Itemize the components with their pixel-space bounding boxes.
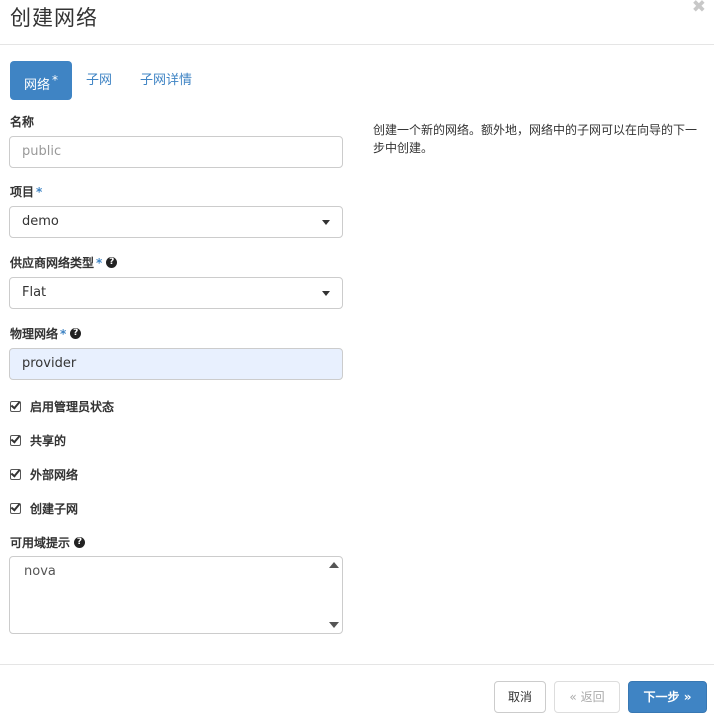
tab-subnet-details[interactable]: 子网详情 (126, 61, 206, 100)
checkbox-shared[interactable]: 共享的 (10, 432, 66, 449)
az-hints-multiselect[interactable]: nova (9, 556, 343, 634)
required-marker: * (52, 73, 59, 87)
provider-type-label: 供应商网络类型 * ? (10, 254, 118, 271)
checkbox-label: 启用管理员状态 (30, 400, 115, 414)
scroll-down-icon[interactable] (329, 622, 339, 628)
scroll-up-icon[interactable] (329, 562, 339, 568)
help-icon[interactable]: ? (70, 328, 82, 339)
checkbox-label: 共享的 (30, 434, 67, 448)
tab-network-label: 网络 (24, 78, 51, 93)
tab-subnet-details-label: 子网详情 (140, 73, 193, 88)
checkbox-label: 外部网络 (30, 468, 79, 482)
checkbox-create-subnet[interactable]: 创建子网 (10, 500, 78, 517)
checkbox-checked-icon[interactable] (10, 401, 21, 412)
physical-network-input[interactable]: provider (9, 348, 343, 380)
az-option[interactable]: nova (24, 564, 328, 579)
help-icon[interactable]: ? (106, 257, 118, 268)
physical-network-label: 物理网络 * ? (10, 325, 82, 342)
provider-type-value: Flat (22, 285, 47, 300)
physical-network-label-text: 物理网络 (10, 327, 59, 341)
name-input[interactable]: public (9, 136, 343, 168)
checkbox-checked-icon[interactable] (10, 503, 21, 514)
help-icon[interactable]: ? (74, 537, 86, 548)
project-select[interactable]: demo (9, 206, 343, 238)
cancel-button[interactable]: 取消 (494, 681, 546, 713)
checkbox-checked-icon[interactable] (10, 469, 21, 480)
provider-type-label-text: 供应商网络类型 (10, 256, 95, 270)
required-marker: * (60, 326, 67, 341)
checkbox-label: 创建子网 (30, 502, 79, 516)
project-label-text: 项目 (10, 185, 35, 199)
name-label-text: 名称 (10, 115, 35, 129)
dialog-title: 创建网络 (10, 6, 98, 30)
modal-header: 创建网络 ✖ (0, 0, 714, 45)
az-hints-label-text: 可用域提示 (10, 536, 71, 550)
close-icon[interactable]: ✖ (692, 0, 706, 16)
az-hints-label: 可用域提示 ? (10, 534, 86, 551)
required-marker: * (96, 255, 103, 270)
required-marker: * (36, 184, 43, 199)
name-placeholder: public (22, 144, 62, 159)
checkbox-external-network[interactable]: 外部网络 (10, 466, 78, 483)
back-button[interactable]: « 返回 (554, 681, 620, 713)
next-button[interactable]: 下一步 » (628, 681, 707, 713)
checkbox-admin-state[interactable]: 启用管理员状态 (10, 398, 114, 415)
help-description: 创建一个新的网络。额外地，网络中的子网可以在向导的下一步中创建。 (373, 123, 698, 155)
tab-subnet-label: 子网 (86, 73, 113, 88)
provider-type-select[interactable]: Flat (9, 277, 343, 309)
tab-subnet[interactable]: 子网 (72, 61, 126, 100)
checkbox-checked-icon[interactable] (10, 435, 21, 446)
project-label: 项目 * (10, 183, 42, 200)
project-value: demo (22, 214, 59, 229)
modal-footer: 取消 « 返回 下一步 » (0, 664, 714, 715)
name-label: 名称 (10, 113, 34, 130)
physical-network-value: provider (22, 356, 77, 371)
caret-down-icon (322, 220, 330, 225)
wizard-tabs: 网络 * 子网 子网详情 (10, 61, 206, 100)
tab-network[interactable]: 网络 * (10, 61, 73, 100)
caret-down-icon (322, 291, 330, 296)
